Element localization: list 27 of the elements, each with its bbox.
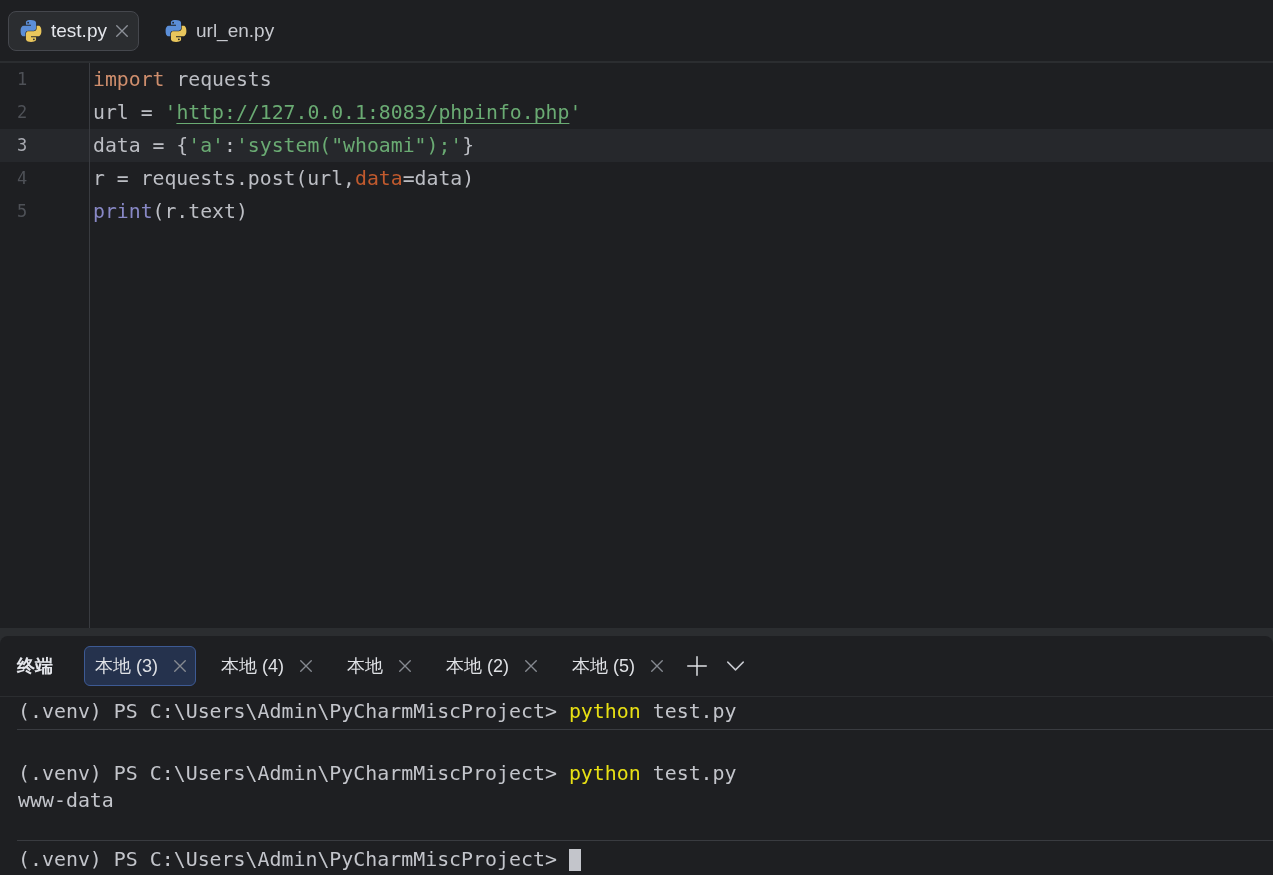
terminal-command-line: (.venv) PS C:\Users\Admin\PyCharmMiscProject> python test.py <box>18 699 737 725</box>
close-icon[interactable] <box>399 660 411 672</box>
terminal-command-line: (.venv) PS C:\Users\Admin\PyCharmMiscProject> python test.py <box>18 761 737 787</box>
file-type-icon <box>20 19 42 42</box>
code-line: r = requests.post(url,data=data) <box>92 166 476 192</box>
close-icon[interactable] <box>116 24 128 37</box>
close-icon[interactable] <box>174 660 186 672</box>
close-icon[interactable] <box>525 660 537 672</box>
terminal-tab[interactable]: 本地 (2) <box>435 646 547 686</box>
terminal-tab[interactable]: 本地 (4) <box>210 646 322 686</box>
code-line: print(r.text) <box>92 199 249 225</box>
close-icon[interactable] <box>300 660 312 672</box>
terminal-title: 终端 <box>17 655 53 678</box>
terminal-tab[interactable]: 本地 <box>336 646 421 686</box>
terminal-output-line: www-data <box>18 788 114 814</box>
line-number: 3 <box>0 129 89 162</box>
code-line: url = 'http://127.0.0.1:8083/phpinfo.php' <box>92 100 583 126</box>
close-icon[interactable] <box>651 660 663 672</box>
terminal-tab[interactable]: 本地 (5) <box>561 646 673 686</box>
terminal-tab[interactable]: 本地 (3) <box>84 646 196 686</box>
code-line: import requests <box>92 67 273 93</box>
file-tab[interactable]: test.py <box>8 10 139 51</box>
file-type-icon <box>165 19 187 42</box>
chevron-down-icon[interactable] <box>727 661 744 671</box>
plus-icon[interactable] <box>687 656 707 676</box>
file-tab[interactable]: url_en.py <box>153 10 286 51</box>
terminal-prompt: (.venv) PS C:\Users\Admin\PyCharmMiscProject> <box>18 847 557 873</box>
